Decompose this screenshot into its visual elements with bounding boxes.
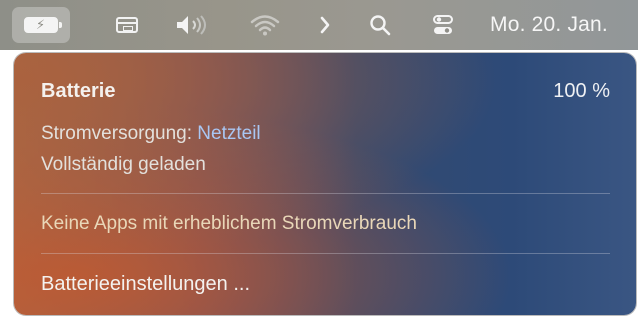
menu-bar-clock[interactable]: Mo. 20. Jan. <box>490 8 638 42</box>
volume-menu-extra[interactable] <box>170 8 218 42</box>
screen: ⚡ Mo. 20. Jan. Batterie 100 % Stromverso… <box>0 0 638 321</box>
spotlight-button[interactable] <box>362 8 398 42</box>
display-menu-extra[interactable] <box>107 8 147 42</box>
divider <box>41 193 610 194</box>
battery-menu-extra[interactable]: ⚡ <box>12 7 70 43</box>
chevron-right-icon <box>320 16 330 34</box>
menu-bar: ⚡ Mo. 20. Jan. <box>0 0 638 50</box>
more-menu-extras[interactable] <box>310 8 340 42</box>
battery-title: Batterie <box>41 80 116 102</box>
wifi-menu-extra[interactable] <box>245 8 285 42</box>
battery-dropdown-panel: Batterie 100 % Stromversorgung: Netzteil… <box>14 53 636 315</box>
volume-icon <box>177 15 206 35</box>
charge-status: Vollständig geladen <box>41 154 206 175</box>
power-source-label: Stromversorgung: <box>41 123 198 144</box>
display-icon <box>116 17 138 33</box>
divider <box>41 253 610 254</box>
energy-usage-note: Keine Apps mit erheblichem Stromverbrauc… <box>41 213 417 234</box>
control-center-icon <box>433 15 453 34</box>
control-center-button[interactable] <box>425 8 461 42</box>
battery-percent: 100 % <box>553 80 610 102</box>
search-icon <box>370 15 391 36</box>
power-source-value: Netzteil <box>197 123 261 144</box>
battery-settings-menu-item[interactable]: Batterieeinstellungen ... <box>41 273 250 296</box>
power-source: Stromversorgung: Netzteil <box>41 123 261 145</box>
wifi-icon <box>250 15 280 36</box>
battery-charging-icon: ⚡ <box>24 17 62 33</box>
